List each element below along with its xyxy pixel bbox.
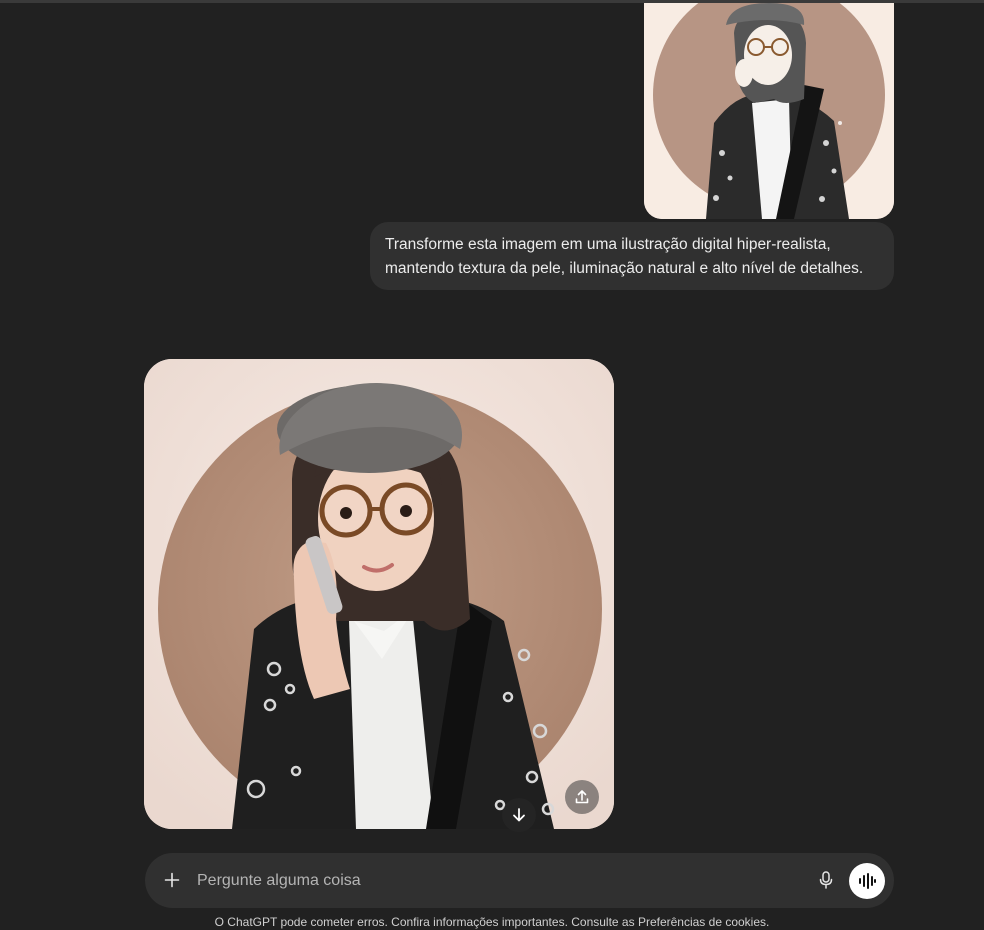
plus-icon: [164, 872, 180, 888]
microphone-icon: [819, 871, 833, 889]
voice-waveform-icon: [859, 873, 876, 889]
arrow-down-icon: [513, 808, 525, 822]
generated-image[interactable]: [144, 359, 614, 829]
uploaded-illustration-image[interactable]: [644, 3, 894, 219]
upload-icon: [575, 790, 589, 804]
download-button[interactable]: [502, 798, 536, 832]
user-message-line-2: mantendo textura da pele, iluminação nat…: [385, 260, 864, 277]
dictate-button[interactable]: [813, 867, 839, 893]
voice-mode-button[interactable]: [849, 863, 885, 899]
prompt-input[interactable]: [195, 865, 799, 897]
generated-portrait: [144, 359, 614, 829]
disclaimer-footer: O ChatGPT pode cometer erros. Confira in…: [214, 915, 770, 929]
user-message-line-1: Transforme esta imagem em uma ilustração…: [385, 236, 831, 253]
share-button[interactable]: [565, 780, 599, 814]
illustration-drawing: [644, 3, 894, 219]
user-message-bubble: Transforme esta imagem em uma ilustração…: [370, 222, 894, 290]
attach-button[interactable]: [159, 867, 185, 893]
message-composer: [145, 853, 894, 908]
